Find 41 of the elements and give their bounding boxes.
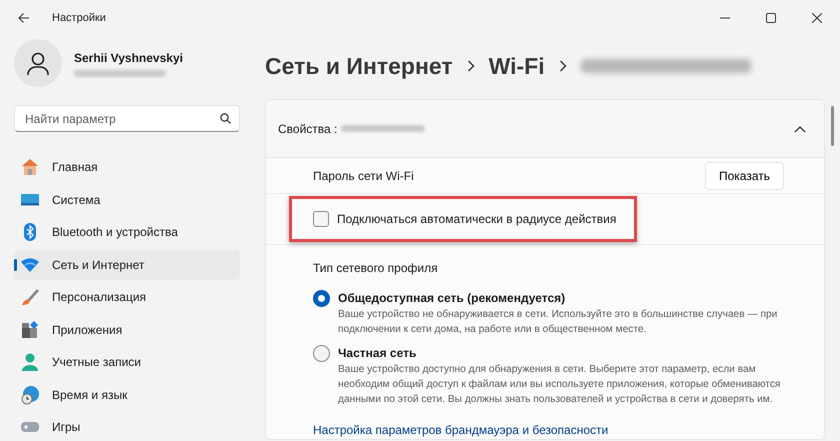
section-heading: Тип сетевого профиля bbox=[313, 260, 439, 277]
globe-clock-icon bbox=[20, 384, 40, 405]
radio-label: Частная сеть bbox=[338, 344, 418, 362]
sidebar-item[interactable]: Главная bbox=[14, 152, 240, 182]
checkbox-label: Подключаться автоматически в радиусе действия bbox=[337, 211, 616, 228]
brush-icon bbox=[20, 287, 40, 308]
search-icon bbox=[220, 113, 231, 124]
person-icon bbox=[26, 51, 50, 75]
card-title: Свойства : bbox=[278, 120, 338, 138]
setting-label: Пароль сети Wi-Fi bbox=[313, 168, 414, 184]
sidebar-item[interactable]: Учетные записи bbox=[14, 347, 240, 378]
option-description: Ваше устройство доступно для обнаружения в сети. Выберите этот параметр, если вам необходим общий доступ к файлам или вы используете приложения, которые обмениваются данными по этой сети. Вы должны знать пользователей и устройства в сети и доверять им. bbox=[338, 362, 782, 408]
apps-icon bbox=[20, 320, 40, 340]
sidebar-item[interactable]: Система bbox=[14, 184, 240, 215]
breadcrumb-item[interactable]: Сеть и Интернет bbox=[265, 48, 453, 84]
radio-button[interactable] bbox=[313, 290, 330, 307]
show-button[interactable]: Показать bbox=[704, 162, 784, 190]
option-description: Ваше устройство не обнаруживается в сети. Используйте это в большинстве случаев — при подключении к сети дома, на работе или в общественном месте. bbox=[338, 308, 778, 338]
maximize-icon bbox=[766, 13, 776, 23]
card-header[interactable]: Свойства : bbox=[266, 100, 824, 158]
sidebar-item[interactable]: Персонализация bbox=[14, 282, 240, 312]
scrollbar-thumb[interactable] bbox=[831, 106, 834, 146]
close-icon bbox=[812, 13, 822, 23]
radio-label: Общедоступная сеть (рекомендуется) bbox=[338, 290, 566, 307]
sidebar-item[interactable]: Время и язык bbox=[14, 380, 240, 410]
back-icon bbox=[18, 12, 30, 24]
radio-button[interactable] bbox=[313, 344, 330, 362]
sidebar-item[interactable]: Bluetooth и устройства bbox=[14, 217, 240, 248]
checkbox[interactable] bbox=[313, 211, 329, 227]
sidebar-item[interactable]: Игры bbox=[14, 412, 240, 441]
chevron-right-icon bbox=[558, 60, 567, 72]
sidebar-item[interactable]: Приложения bbox=[14, 314, 240, 345]
window-title: Настройки bbox=[52, 10, 106, 26]
sidebar-item[interactable]: Сеть и Интернет bbox=[14, 250, 240, 280]
chevron-right-icon bbox=[466, 60, 475, 72]
user-name: Serhii Vyshnevskyi bbox=[74, 50, 183, 67]
person-icon bbox=[20, 352, 40, 372]
house-icon bbox=[20, 157, 40, 178]
firewall-link[interactable]: Настройка параметров брандмауэра и безопасности bbox=[313, 421, 608, 440]
search-field[interactable]: Найти параметр bbox=[14, 105, 240, 132]
breadcrumb-item: Wi-Fi bbox=[488, 52, 545, 81]
